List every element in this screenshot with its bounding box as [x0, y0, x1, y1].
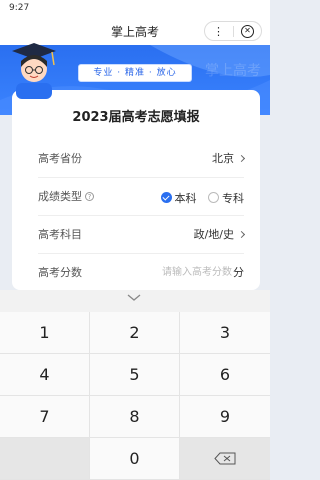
key-2[interactable]: 2: [90, 312, 180, 354]
chevron-right-icon: [237, 230, 246, 239]
key-1[interactable]: 1: [0, 312, 90, 354]
backspace-key[interactable]: [180, 438, 270, 480]
score-input[interactable]: 请输入高考分数: [162, 254, 232, 292]
capsule-divider: [233, 26, 234, 37]
keyboard-collapse-bar[interactable]: [0, 290, 270, 312]
radio-junior-college[interactable]: 专科: [208, 190, 244, 206]
numeric-keyboard: 1 2 3 4 5 6 7 8 9 0: [0, 290, 270, 480]
subjects-row[interactable]: 高考科目 政/地/史: [38, 216, 246, 254]
mini-program-capsule: ⋮ ✕: [204, 21, 262, 41]
key-blank: [0, 438, 90, 480]
banner-slogan: 专业 · 精准 · 放心: [78, 64, 192, 82]
volunteer-form-card: 2023届高考志愿填报 高考省份 北京 成绩类型? 本科 专科 高考科目 政/地…: [12, 90, 260, 290]
svg-text:掌上高考: 掌上高考: [205, 62, 261, 79]
radio-undergraduate[interactable]: 本科: [160, 190, 197, 206]
form-title: 2023届高考志愿填报: [72, 110, 200, 125]
province-value: 北京: [212, 140, 246, 178]
score-row: 高考分数 请输入高考分数 分: [38, 254, 244, 292]
backspace-icon: [214, 452, 236, 465]
province-label: 高考省份: [38, 152, 82, 165]
score-label: 高考分数: [38, 266, 82, 279]
chevron-right-icon: [237, 154, 246, 163]
keypad-grid: 1 2 3 4 5 6 7 8 9 0: [0, 312, 270, 480]
subjects-value: 政/地/史: [193, 216, 246, 254]
score-type-radio-group: 本科 专科: [160, 190, 244, 206]
radio-unchecked-icon: [208, 192, 219, 203]
key-3[interactable]: 3: [180, 312, 270, 354]
more-icon[interactable]: ⋮: [213, 25, 224, 38]
key-4[interactable]: 4: [0, 354, 90, 396]
key-6[interactable]: 6: [180, 354, 270, 396]
key-8[interactable]: 8: [90, 396, 180, 438]
score-type-label: 成绩类型: [38, 190, 82, 203]
key-7[interactable]: 7: [0, 396, 90, 438]
close-icon[interactable]: ✕: [241, 25, 254, 38]
key-5[interactable]: 5: [90, 354, 180, 396]
subjects-label: 高考科目: [38, 228, 82, 241]
key-9[interactable]: 9: [180, 396, 270, 438]
radio-junior-college-label: 专科: [222, 192, 244, 205]
graduate-mascot-image: [12, 43, 56, 99]
province-value-text: 北京: [212, 152, 234, 165]
subjects-value-text: 政/地/史: [193, 228, 234, 241]
key-0[interactable]: 0: [90, 438, 180, 480]
radio-checked-icon: [160, 192, 172, 203]
radio-undergraduate-label: 本科: [174, 192, 197, 205]
status-bar: 9:27: [0, 0, 270, 17]
help-icon[interactable]: ?: [85, 192, 94, 201]
status-time: 9:27: [9, 3, 30, 13]
score-type-row: 成绩类型? 本科 专科: [38, 178, 244, 216]
score-type-label-wrap: 成绩类型?: [38, 178, 94, 216]
score-unit: 分: [233, 266, 244, 279]
chevron-down-icon: [127, 294, 141, 301]
province-row[interactable]: 高考省份 北京: [38, 140, 246, 178]
